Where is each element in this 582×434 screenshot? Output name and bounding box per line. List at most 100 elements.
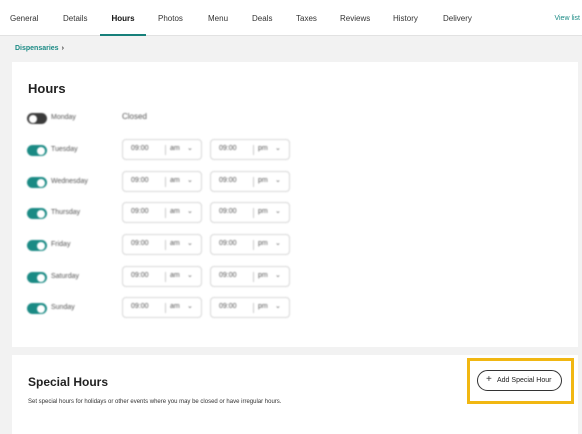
chevron-right-icon: ›	[61, 45, 64, 52]
close-meridiem: pm	[258, 177, 268, 184]
chevron-down-icon: ⌄	[275, 272, 281, 279]
day-toggle[interactable]	[27, 113, 47, 124]
day-toggle[interactable]	[27, 240, 47, 251]
day-label: Wednesday	[51, 178, 88, 185]
tab-menu[interactable]: Menu	[208, 0, 228, 36]
chevron-down-icon: ⌄	[187, 177, 193, 184]
day-label: Saturday	[51, 273, 80, 280]
day-label: Thursday	[51, 209, 81, 216]
chevron-down-icon: ⌄	[275, 240, 281, 247]
divider	[253, 145, 254, 155]
special-hours-description: Set special hours for holidays or other …	[28, 399, 282, 405]
open-meridiem: am	[170, 145, 180, 152]
divider	[253, 303, 254, 313]
day-row-friday: Friday 09:00 am ⌄ 09:00 pm ⌄	[27, 234, 327, 258]
close-meridiem: pm	[258, 240, 268, 247]
chevron-down-icon: ⌄	[275, 145, 281, 152]
tab-photos[interactable]: Photos	[158, 0, 183, 36]
day-row-saturday: Saturday 09:00 am ⌄ 09:00 pm ⌄	[27, 266, 327, 290]
close-time-value: 09:00	[219, 272, 237, 279]
divider	[253, 177, 254, 187]
close-time-select[interactable]: 09:00 pm ⌄	[210, 171, 290, 192]
tab-general[interactable]: General	[10, 0, 38, 36]
close-time-select[interactable]: 09:00 pm ⌄	[210, 266, 290, 287]
divider	[165, 177, 166, 187]
toggle-knob	[37, 146, 45, 155]
close-time-value: 09:00	[219, 208, 237, 215]
chevron-down-icon: ⌄	[275, 208, 281, 215]
toggle-knob	[29, 114, 37, 123]
open-time-select[interactable]: 09:00 am ⌄	[122, 297, 202, 318]
hours-card: Hours Monday Closed Tuesday 09:00 am ⌄ 09:00 pm…	[12, 62, 578, 347]
tab-details[interactable]: Details	[63, 0, 87, 36]
breadcrumb[interactable]: Dispensaries ›	[15, 45, 64, 52]
special-hours-title: Special Hours	[28, 375, 109, 389]
day-toggle[interactable]	[27, 208, 47, 219]
divider	[253, 208, 254, 218]
open-meridiem: am	[170, 303, 180, 310]
day-row-thursday: Thursday 09:00 am ⌄ 09:00 pm ⌄	[27, 202, 327, 226]
close-time-select[interactable]: 09:00 pm ⌄	[210, 234, 290, 255]
toggle-knob	[37, 304, 45, 313]
day-row-wednesday: Wednesday 09:00 am ⌄ 09:00 pm ⌄	[27, 171, 327, 195]
open-time-value: 09:00	[131, 303, 149, 310]
day-toggle[interactable]	[27, 272, 47, 283]
add-special-hour-label: Add Special Hour	[497, 377, 552, 384]
close-time-value: 09:00	[219, 145, 237, 152]
day-toggle[interactable]	[27, 177, 47, 188]
chevron-down-icon: ⌄	[187, 303, 193, 310]
tab-history[interactable]: History	[393, 0, 418, 36]
close-time-select[interactable]: 09:00 pm ⌄	[210, 139, 290, 160]
close-time-value: 09:00	[219, 303, 237, 310]
tab-deals[interactable]: Deals	[252, 0, 272, 36]
open-time-value: 09:00	[131, 240, 149, 247]
day-row-sunday: Sunday 09:00 am ⌄ 09:00 pm ⌄	[27, 297, 327, 321]
day-label: Tuesday	[51, 146, 78, 153]
day-toggle[interactable]	[27, 303, 47, 314]
divider	[253, 240, 254, 250]
hours-title: Hours	[28, 81, 66, 96]
closed-label: Closed	[122, 112, 147, 121]
divider	[253, 272, 254, 282]
divider	[165, 272, 166, 282]
day-toggle[interactable]	[27, 145, 47, 156]
chevron-down-icon: ⌄	[275, 177, 281, 184]
chevron-down-icon: ⌄	[275, 303, 281, 310]
tab-reviews[interactable]: Reviews	[340, 0, 370, 36]
close-meridiem: pm	[258, 303, 268, 310]
chevron-down-icon: ⌄	[187, 208, 193, 215]
open-time-value: 09:00	[131, 272, 149, 279]
open-time-select[interactable]: 09:00 am ⌄	[122, 139, 202, 160]
breadcrumb-dispensaries[interactable]: Dispensaries	[15, 45, 59, 52]
open-time-select[interactable]: 09:00 am ⌄	[122, 171, 202, 192]
toggle-knob	[37, 178, 45, 187]
open-time-select[interactable]: 09:00 am ⌄	[122, 234, 202, 255]
open-meridiem: am	[170, 240, 180, 247]
tab-delivery[interactable]: Delivery	[443, 0, 472, 36]
open-time-select[interactable]: 09:00 am ⌄	[122, 202, 202, 223]
close-time-value: 09:00	[219, 177, 237, 184]
chevron-down-icon: ⌄	[187, 240, 193, 247]
add-special-hour-button[interactable]: + Add Special Hour	[477, 370, 562, 391]
open-time-value: 09:00	[131, 208, 149, 215]
close-time-select[interactable]: 09:00 pm ⌄	[210, 297, 290, 318]
day-row-tuesday: Tuesday 09:00 am ⌄ 09:00 pm ⌄	[27, 139, 327, 163]
open-meridiem: am	[170, 177, 180, 184]
divider	[165, 208, 166, 218]
day-label: Sunday	[51, 304, 75, 311]
day-label: Monday	[51, 114, 76, 121]
close-meridiem: pm	[258, 145, 268, 152]
open-time-select[interactable]: 09:00 am ⌄	[122, 266, 202, 287]
tab-taxes[interactable]: Taxes	[296, 0, 317, 36]
close-time-value: 09:00	[219, 240, 237, 247]
close-time-select[interactable]: 09:00 pm ⌄	[210, 202, 290, 223]
divider	[165, 303, 166, 313]
tab-hours[interactable]: Hours	[100, 0, 146, 36]
open-meridiem: am	[170, 272, 180, 279]
toggle-knob	[37, 273, 45, 282]
view-list-link[interactable]: View list	[554, 0, 580, 38]
open-time-value: 09:00	[131, 177, 149, 184]
plus-icon: +	[486, 374, 492, 385]
divider	[165, 240, 166, 250]
close-meridiem: pm	[258, 272, 268, 279]
